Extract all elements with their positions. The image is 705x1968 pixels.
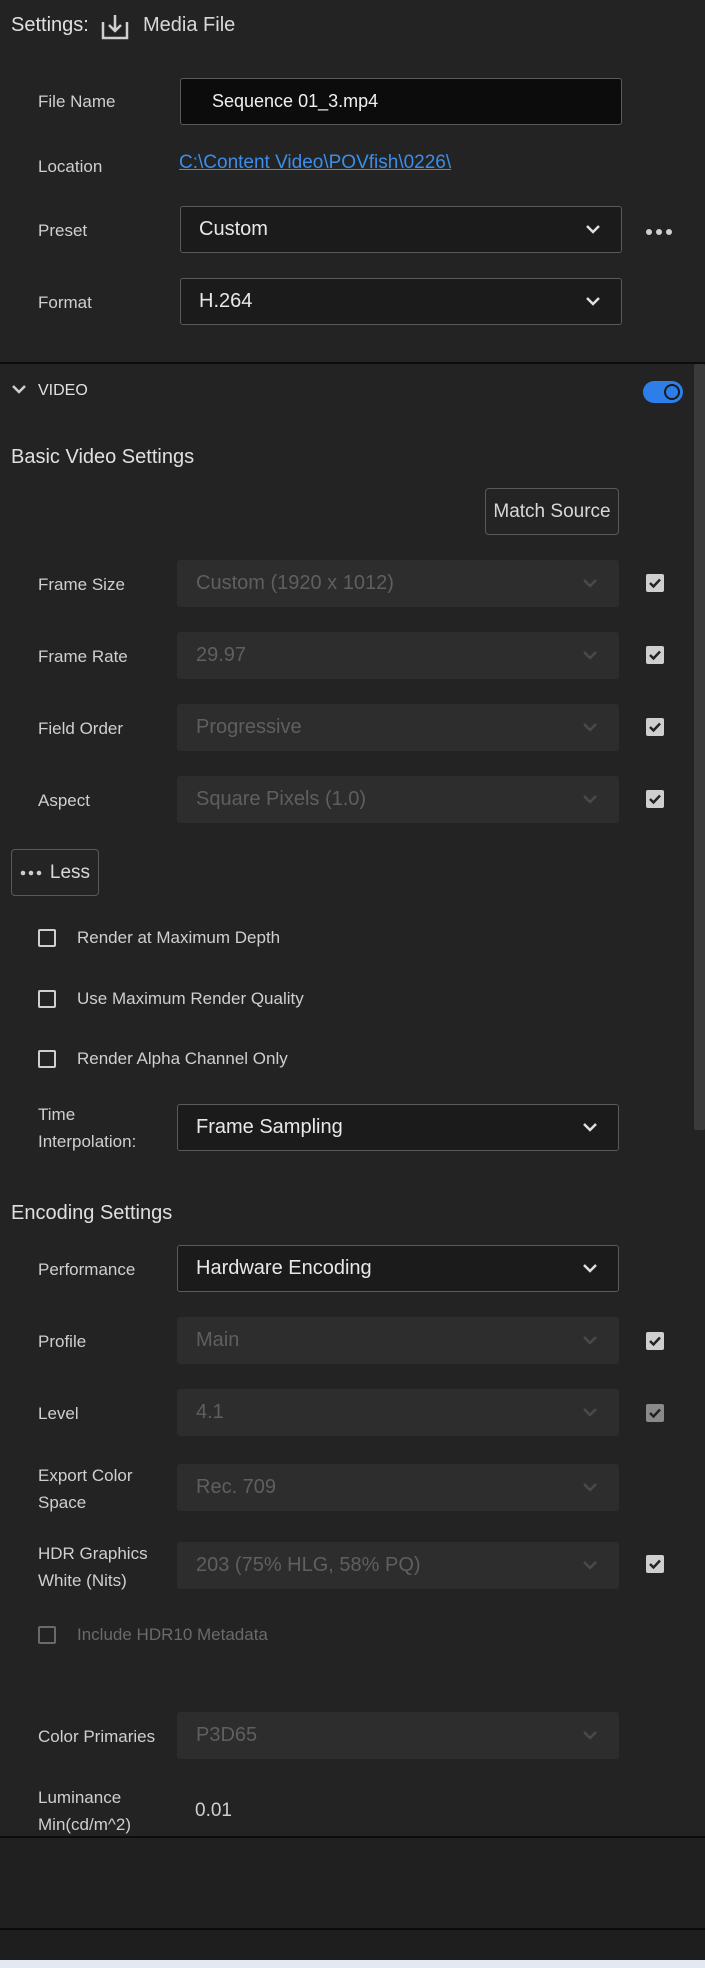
collapse-chevron-icon[interactable] — [10, 383, 28, 402]
frame-size-label: Frame Size — [38, 575, 125, 594]
basic-video-settings-title: Basic Video Settings — [11, 446, 195, 468]
location-label: Location — [38, 157, 103, 176]
more-dots-icon — [20, 870, 42, 875]
footer-bar — [0, 1930, 705, 1960]
toggle-knob — [664, 384, 680, 400]
render-alpha-checkbox[interactable] — [38, 1050, 56, 1068]
profile-value: Main — [196, 1329, 240, 1351]
color-space-label-2: Space — [38, 1493, 87, 1512]
max-render-quality-label: Use Maximum Render Quality — [77, 989, 304, 1008]
encoding-settings-title: Encoding Settings — [11, 1202, 173, 1224]
level-dropdown: 4.1 — [177, 1389, 619, 1436]
chevron-down-icon — [583, 1264, 597, 1273]
render-max-depth-checkbox[interactable] — [38, 929, 56, 947]
luminance-min-label-1: Luminance — [38, 1788, 122, 1807]
color-space-value: Rec. 709 — [196, 1476, 277, 1498]
chevron-down-icon — [586, 297, 600, 306]
field-order-value: Progressive — [196, 716, 302, 738]
render-alpha-label: Render Alpha Channel Only — [77, 1049, 288, 1068]
max-render-quality-checkbox[interactable] — [38, 990, 56, 1008]
chevron-down-icon — [583, 651, 597, 660]
preset-label: Preset — [38, 221, 88, 240]
time-interpolation-value: Frame Sampling — [196, 1116, 343, 1138]
window-bottom-edge — [0, 1960, 705, 1968]
color-space-dropdown: Rec. 709 — [177, 1464, 619, 1511]
profile-label: Profile — [38, 1332, 87, 1351]
time-interpolation-dropdown[interactable]: Frame Sampling — [177, 1104, 619, 1151]
frame-size-checkbox[interactable] — [646, 574, 664, 592]
render-max-depth-label: Render at Maximum Depth — [77, 928, 281, 947]
color-space-label-1: Export Color — [38, 1466, 133, 1485]
chevron-down-icon — [583, 1123, 597, 1132]
scrollbar-thumb[interactable] — [694, 364, 705, 1130]
more-options-icon[interactable] — [645, 224, 673, 242]
format-dropdown[interactable]: H.264 — [180, 278, 622, 325]
video-section-label: VIDEO — [38, 382, 88, 399]
color-primaries-label: Color Primaries — [38, 1727, 156, 1746]
chevron-down-icon — [583, 723, 597, 732]
location-link[interactable]: C:\Content Video\POVfish\0226\ — [179, 152, 451, 174]
file-name-input[interactable]: Sequence 01_3.mp4 — [180, 78, 622, 125]
chevron-down-icon — [583, 1408, 597, 1417]
hdr10-metadata-label: Include HDR10 Metadata — [77, 1625, 268, 1644]
level-checkbox — [646, 1404, 664, 1422]
luminance-min-value[interactable]: 0.01 — [195, 1800, 232, 1822]
time-interpolation-label-2: Interpolation: — [38, 1132, 137, 1151]
format-value: H.264 — [199, 290, 253, 312]
aspect-dropdown: Square Pixels (1.0) — [177, 776, 619, 823]
level-value: 4.1 — [196, 1401, 224, 1423]
file-name-label: File Name — [38, 92, 116, 111]
frame-size-dropdown: Custom (1920 x 1012) — [177, 560, 619, 607]
field-order-dropdown: Progressive — [177, 704, 619, 751]
hdr-white-label-2: White (Nits) — [38, 1571, 127, 1590]
aspect-checkbox[interactable] — [646, 790, 664, 808]
chevron-down-icon — [583, 1336, 597, 1345]
hdr-white-label-1: HDR Graphics — [38, 1544, 148, 1563]
level-label: Level — [38, 1404, 79, 1423]
profile-checkbox[interactable] — [646, 1332, 664, 1350]
performance-dropdown[interactable]: Hardware Encoding — [177, 1245, 619, 1292]
frame-rate-value: 29.97 — [196, 644, 247, 666]
chevron-down-icon — [583, 1561, 597, 1570]
profile-dropdown: Main — [177, 1317, 619, 1364]
frame-rate-label: Frame Rate — [38, 647, 128, 666]
color-primaries-value: P3D65 — [196, 1724, 258, 1746]
field-order-label: Field Order — [38, 719, 124, 738]
match-source-button[interactable]: Match Source — [485, 488, 619, 535]
hdr-white-value: 203 (75% HLG, 58% PQ) — [196, 1554, 421, 1576]
field-order-checkbox[interactable] — [646, 718, 664, 736]
chevron-down-icon — [586, 225, 600, 234]
frame-rate-checkbox[interactable] — [646, 646, 664, 664]
hdr-white-dropdown: 203 (75% HLG, 58% PQ) — [177, 1542, 619, 1589]
media-file-label: Media File — [143, 14, 236, 36]
less-label: Less — [49, 861, 91, 883]
frame-rate-dropdown: 29.97 — [177, 632, 619, 679]
color-primaries-dropdown: P3D65 — [177, 1712, 619, 1759]
preset-dropdown[interactable]: Custom — [180, 206, 622, 253]
bottom-panel — [0, 1838, 705, 1928]
settings-label: Settings: — [11, 14, 89, 36]
file-name-value: Sequence 01_3.mp4 — [212, 91, 379, 111]
chevron-down-icon — [583, 1731, 597, 1740]
header-divider — [0, 362, 705, 364]
hdr-white-checkbox[interactable] — [646, 1555, 664, 1573]
frame-size-value: Custom (1920 x 1012) — [196, 572, 394, 594]
chevron-down-icon — [583, 1483, 597, 1492]
hdr10-metadata-checkbox — [38, 1626, 56, 1644]
format-label: Format — [38, 293, 92, 312]
download-icon — [100, 13, 130, 46]
less-button[interactable]: Less — [11, 849, 99, 896]
performance-value: Hardware Encoding — [196, 1257, 372, 1279]
performance-label: Performance — [38, 1260, 136, 1279]
chevron-down-icon — [583, 795, 597, 804]
luminance-min-label-2: Min(cd/m^2) — [38, 1815, 131, 1834]
aspect-value: Square Pixels (1.0) — [196, 788, 367, 810]
chevron-down-icon — [583, 579, 597, 588]
aspect-label: Aspect — [38, 791, 90, 810]
video-toggle[interactable] — [643, 381, 683, 403]
time-interpolation-label-1: Time — [38, 1105, 76, 1124]
preset-value: Custom — [199, 218, 268, 240]
